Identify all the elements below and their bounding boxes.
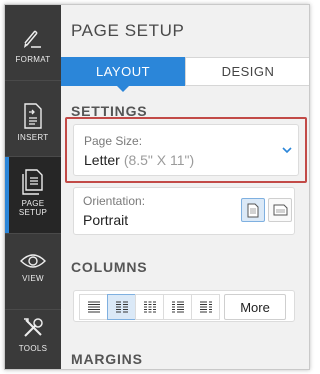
sidebar-item-format[interactable]: FORMAT [5, 5, 61, 80]
orientation-field: Orientation: Portrait [73, 187, 295, 235]
left-column-button[interactable] [163, 294, 192, 320]
sidebar-item-insert[interactable]: INSERT [5, 81, 61, 156]
left-column-icon [171, 301, 184, 313]
portrait-button[interactable] [241, 198, 265, 222]
sidebar-item-label: FORMAT [15, 55, 51, 64]
orientation-label: Orientation: [83, 194, 146, 208]
right-column-button[interactable] [191, 294, 220, 320]
page-size-highlight: Page Size: Letter (8.5" X 11") [65, 117, 307, 183]
sidebar: FORMAT INSERT PAGE SETUP VIEW TOOLS [5, 5, 61, 369]
page-size-dropdown[interactable]: Page Size: Letter (8.5" X 11") [73, 124, 299, 176]
page-size-value: Letter (8.5" X 11") [84, 152, 194, 168]
one-column-icon [87, 301, 100, 313]
chevron-down-icon[interactable] [282, 146, 292, 154]
three-column-icon [143, 301, 156, 313]
two-column-icon [115, 301, 128, 313]
sidebar-item-label: TOOLS [18, 344, 48, 353]
more-columns-button[interactable]: More [224, 294, 286, 320]
landscape-button[interactable] [268, 198, 292, 222]
right-column-icon [199, 301, 212, 313]
page-title: PAGE SETUP [71, 21, 185, 40]
tab-design[interactable]: DESIGN [185, 57, 309, 86]
sidebar-item-tools[interactable]: TOOLS [5, 310, 61, 369]
tab-layout[interactable]: LAYOUT [61, 57, 185, 92]
portrait-page-icon [247, 203, 259, 217]
page-setup-panel: PAGE SETUP LAYOUT DESIGN SETTINGS Page S… [61, 5, 309, 369]
format-brush-icon [24, 30, 41, 48]
eye-icon [20, 254, 46, 268]
columns-heading: COLUMNS [71, 259, 148, 275]
orientation-value: Portrait [83, 212, 129, 228]
page-size-name: Letter [84, 152, 120, 168]
page-size-label: Page Size: [84, 134, 143, 148]
page-setup-icon [22, 169, 43, 195]
sidebar-item-label: INSERT [17, 133, 49, 142]
margins-heading: MARGINS [71, 351, 143, 367]
two-column-button[interactable] [107, 294, 136, 320]
tab-bar: LAYOUT DESIGN [61, 57, 309, 92]
sidebar-item-label-line2: SETUP [18, 208, 48, 217]
one-column-button[interactable] [79, 294, 108, 320]
page-size-dimensions: (8.5" X 11") [123, 152, 195, 168]
sidebar-item-page-setup[interactable]: PAGE SETUP [5, 157, 61, 233]
sidebar-item-view[interactable]: VIEW [5, 234, 61, 309]
three-column-button[interactable] [135, 294, 164, 320]
tools-icon [24, 318, 43, 337]
landscape-page-icon [273, 204, 287, 216]
sidebar-item-label: PAGE SETUP [19, 199, 47, 217]
sidebar-item-label-line1: PAGE [21, 199, 45, 208]
sidebar-item-label: VIEW [22, 274, 44, 283]
page-setup-window: FORMAT INSERT PAGE SETUP VIEW TOOLS PAGE… [4, 4, 310, 370]
insert-document-icon [24, 103, 42, 129]
columns-selector: More [73, 290, 295, 322]
